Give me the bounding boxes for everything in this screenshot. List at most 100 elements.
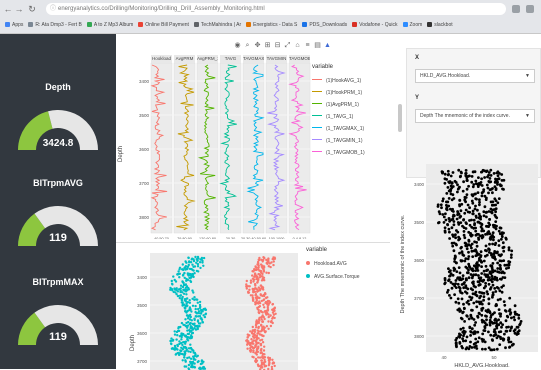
torque-point (189, 357, 193, 360)
scrollbar[interactable] (398, 104, 402, 132)
hookload-depth-point (465, 193, 469, 196)
torque-point (172, 290, 175, 294)
hookload-point (259, 348, 263, 352)
hookload-depth-point (456, 211, 460, 215)
torque-point (190, 331, 194, 335)
hookload-depth-point (485, 269, 488, 272)
hookload-depth-point (465, 314, 469, 318)
hookload-depth-point (495, 336, 499, 340)
reload-icon[interactable]: ↻ (27, 4, 37, 14)
hookload-depth-point (499, 314, 502, 318)
legend-item[interactable]: (1_TAVGMAX_1) (312, 124, 364, 134)
hookload-depth-point (463, 330, 467, 334)
track-background (288, 62, 311, 234)
torque-point (193, 272, 196, 275)
hookload-depth-point (460, 245, 463, 249)
hookload-depth-point (458, 332, 461, 336)
hookload-depth-point (455, 229, 458, 232)
track-x-ticks: 120 60 80 (199, 237, 216, 239)
track-legend-title: variable (312, 64, 334, 70)
hookload-depth-point (443, 226, 447, 230)
track-background (196, 62, 219, 234)
x-variable-select[interactable]: HKLD_AVG.Hookload. ▼ (415, 69, 535, 83)
track-plot-panel: ◉ ⌕ ✥ ⊞ ⊟ ⤢ ⌂ ≡ ▤ ▲ Depth 3400 3500 3600 370… (116, 34, 390, 239)
legend-item[interactable]: (1)HookAVG_1) (312, 76, 361, 86)
hookload-depth-point (497, 244, 501, 247)
scatter-legend-title: variable (306, 247, 328, 253)
hookload-depth-point (463, 236, 467, 240)
legend-item[interactable]: AVG.Surface.Torque (306, 272, 360, 282)
torque-point (195, 315, 198, 318)
hookload-depth-point (465, 179, 469, 182)
legend-item[interactable]: (1)AvgPRM_1) (312, 100, 359, 110)
hookload-depth-point (513, 328, 517, 331)
legend-item[interactable]: (1_TAVG_1) (312, 112, 353, 122)
hookload-depth-point (450, 226, 454, 230)
hookload-depth-point (459, 209, 463, 213)
hookload-depth-point (452, 241, 456, 245)
hookload-depth-point (477, 238, 481, 241)
bookmark-item[interactable]: PDS_Downloads (302, 19, 347, 32)
torque-point (185, 279, 188, 282)
hookload-point (249, 281, 253, 284)
bookmark-label: Vodafone - Quick (359, 22, 398, 28)
hookload-depth-point (439, 203, 443, 207)
bookmark-item[interactable]: Zoom (402, 19, 422, 32)
bookmark-item[interactable]: Vodafone - Quick (352, 19, 398, 32)
bookmark-item[interactable]: A to Z Mp3 Album (86, 19, 133, 32)
hookload-point (270, 365, 274, 369)
torque-point (184, 318, 187, 321)
hookload-point (257, 262, 260, 265)
hookload-point (249, 330, 252, 333)
bookmark-item[interactable]: Energistics - Data S (246, 19, 297, 32)
hookload-depth-point (490, 274, 494, 278)
bookmark-item[interactable]: R: Ata Dmp3 - Fert B (28, 19, 82, 32)
legend-item[interactable]: Hookload.AVG (306, 259, 347, 269)
hookload-depth-point (477, 220, 481, 224)
bookmark-item[interactable]: TechMahindra | Ar (193, 19, 241, 32)
hookload-point (254, 284, 257, 287)
track-y-tick: 3400 (139, 79, 150, 84)
track-header: AvgPRM_1 (197, 55, 218, 63)
legend-item[interactable]: (1)HookPRM_1) (312, 88, 362, 98)
bookmark-item[interactable]: Apps (5, 19, 23, 32)
hookload-depth-point (473, 222, 476, 225)
torque-point (178, 335, 182, 338)
hookload-depth-point (460, 297, 464, 301)
info-icon[interactable]: ⓘ (50, 3, 56, 15)
hookload-depth-point (449, 281, 453, 284)
hookload-depth-point (494, 180, 497, 183)
hookload-depth-point (495, 286, 499, 289)
hookload-depth-point (449, 174, 453, 178)
hookload-depth-point (497, 318, 500, 322)
hookload-depth-point (477, 336, 481, 340)
hookload-depth-point (486, 292, 490, 296)
hookload-depth-point (500, 259, 503, 263)
hookload-point (262, 298, 266, 301)
legend-item[interactable]: (1_TAVGMIN_1) (312, 136, 363, 146)
right-panel: X HKLD_AVG.Hookload. ▼ Y Depth The mnemo… (396, 34, 541, 369)
address-bar[interactable]: ⓘ energyanalytics.co/Drilling/Monitoring… (46, 3, 506, 15)
bookmark-star-icon[interactable] (512, 5, 520, 13)
hookload-depth-point (488, 242, 491, 246)
hookload-depth-point (467, 255, 471, 258)
hookload-depth-point (483, 321, 487, 325)
hookload-point (246, 285, 250, 288)
hookload-point (254, 352, 257, 355)
back-icon[interactable]: ← (3, 4, 13, 14)
hookload-point (268, 361, 271, 365)
hookload-depth-point (488, 177, 492, 180)
legend-item[interactable]: (1_TAVGMOB_1) (312, 148, 365, 158)
forward-icon[interactable]: → (14, 4, 24, 14)
torque-point (178, 340, 181, 343)
hookload-depth-point (442, 221, 446, 224)
hookload-depth-point (466, 287, 470, 291)
bookmark-item[interactable]: slackbot (427, 19, 453, 32)
menu-icon[interactable] (526, 5, 534, 13)
bookmark-item[interactable]: Online Bill Payment (138, 19, 189, 32)
y-variable-select[interactable]: Depth The mnemonic of the index curve. ▼ (415, 109, 535, 123)
hookload-depth-point (492, 238, 495, 242)
bookmarks-bar: Apps R: Ata Dmp3 - Fert B A to Z Mp3 Album… (0, 19, 541, 32)
hookload-depth-point (503, 309, 507, 312)
torque-point (184, 342, 187, 345)
